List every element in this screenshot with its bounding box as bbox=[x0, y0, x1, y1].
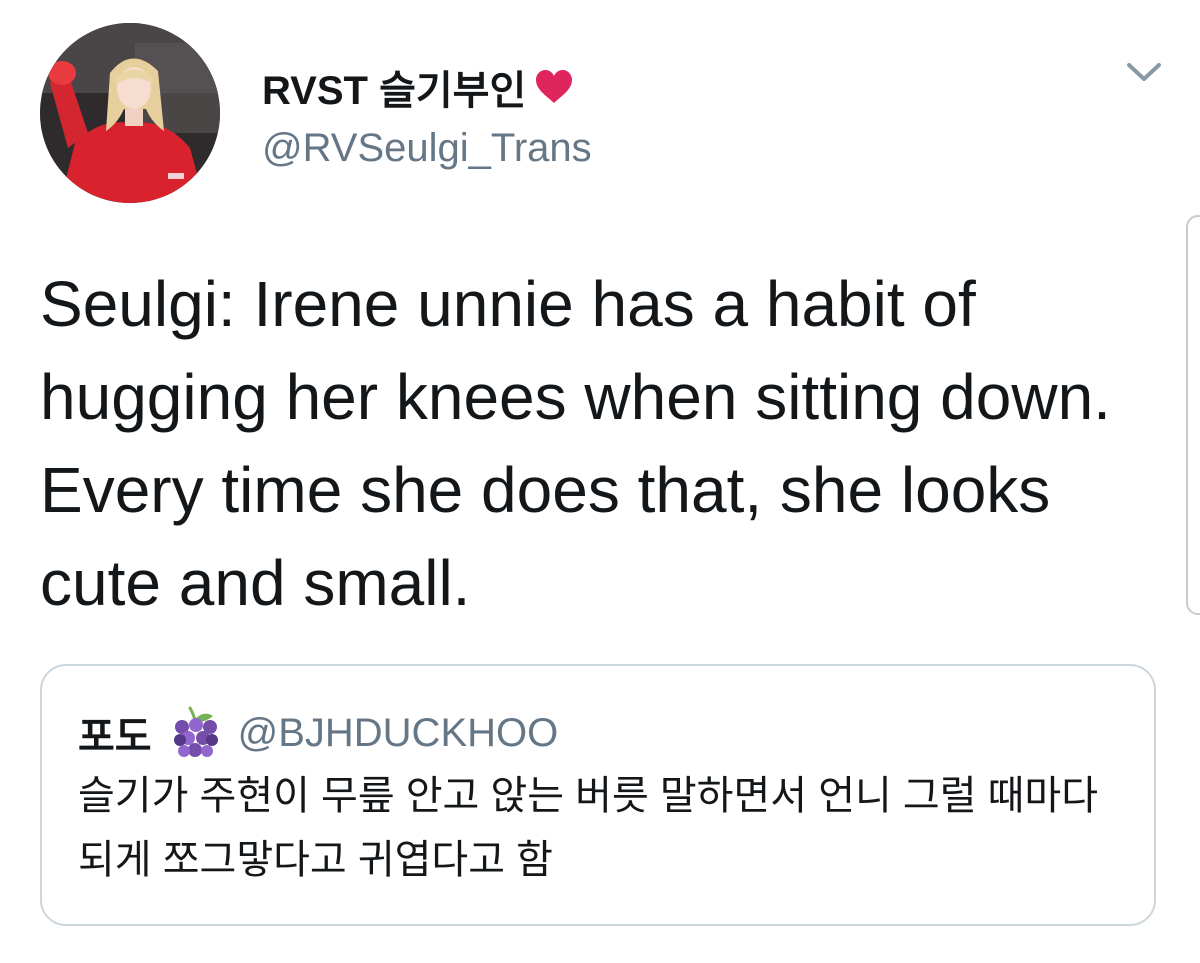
profile-photo bbox=[40, 23, 220, 203]
quoted-tweet-text: 슬기가 주현이 무릎 안고 앉는 버릇 말하면서 언니 그럴 때마다 되게 쪼그… bbox=[78, 774, 1099, 882]
author-name-row[interactable]: RVST 슬기부인 bbox=[262, 58, 574, 116]
quoted-author-name: 포도 bbox=[78, 715, 152, 759]
quoted-tweet[interactable]: 포도 @BJHDUCKHOO 슬기가 주현이 무릎 안고 앉는 버릇 말하면서 … bbox=[40, 664, 1156, 926]
quoted-author-handle: @BJHDUCKHOO bbox=[237, 710, 559, 755]
grapes-icon bbox=[168, 705, 224, 761]
quoted-tweet-header: 포도 @BJHDUCKHOO bbox=[78, 704, 558, 762]
red-heart-icon bbox=[534, 69, 574, 105]
scroll-handle[interactable] bbox=[1186, 215, 1200, 615]
tweet-text: Seulgi: Irene unnie has a habit of huggi… bbox=[40, 268, 1111, 619]
author-handle[interactable]: @RVSeulgi_Trans bbox=[262, 126, 592, 171]
avatar[interactable] bbox=[40, 23, 220, 203]
author-display-name: RVST 슬기부인 bbox=[262, 69, 527, 113]
chevron-down-icon[interactable] bbox=[1124, 58, 1164, 86]
